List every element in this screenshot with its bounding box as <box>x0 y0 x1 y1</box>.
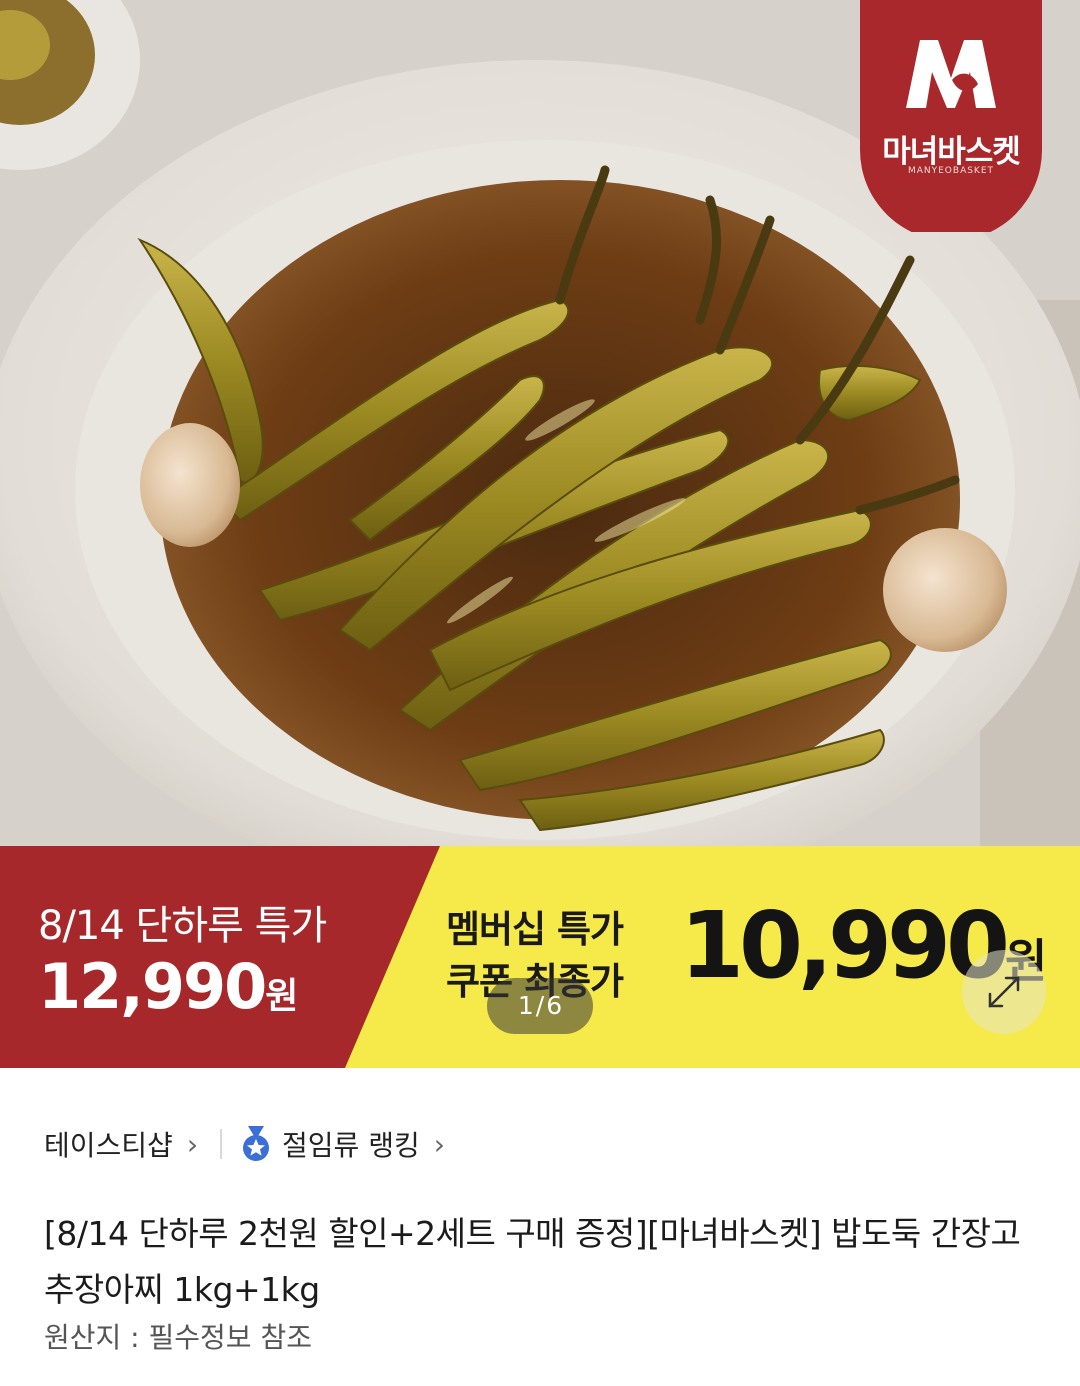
deal-price-value: 12,990 <box>38 950 267 1023</box>
chevron-right-icon: › <box>186 1127 199 1161</box>
deal-title: 8/14 단하루 특가 <box>38 903 327 949</box>
member-price-value: 10,990 <box>680 892 1010 999</box>
expand-icon <box>988 976 1020 1008</box>
ranking-label: 절임류 랭킹 <box>282 1129 420 1162</box>
product-origin: 원산지 : 필수정보 참조 <box>44 1321 312 1354</box>
expand-image-button[interactable] <box>962 950 1046 1034</box>
ranking-link[interactable]: 절임류 랭킹 › <box>240 1124 445 1164</box>
product-image[interactable]: 마녀바스켓 MANYEOBASKET <box>0 0 1080 846</box>
breadcrumb-divider <box>220 1129 223 1159</box>
product-title: [8/14 단하루 2천원 할인+2세트 구매 증정][마녀바스켓] 밥도둑 간… <box>44 1214 1021 1309</box>
image-counter-current: 1 <box>517 991 534 1020</box>
medal-icon <box>243 1126 270 1161</box>
member-label-line1: 멤버십 특가 <box>446 908 624 951</box>
brand-name: 마녀바스켓 <box>882 134 1021 170</box>
image-counter-total: 6 <box>546 991 563 1020</box>
image-counter-separator: / <box>535 991 545 1020</box>
deal-price: 12,990원 <box>38 950 298 1023</box>
brand-subtitle: MANYEOBASKET <box>907 166 995 176</box>
store-breadcrumb: 테이스티샵 › 절임류 랭킹 › <box>44 1122 445 1166</box>
store-link[interactable]: 테이스티샵 › <box>44 1124 198 1164</box>
brand-badge <box>860 0 1042 232</box>
image-counter: 1/6 <box>487 978 593 1034</box>
deal-price-currency: 원 <box>265 976 299 1017</box>
chevron-right-icon: › <box>433 1127 445 1161</box>
store-name: 테이스티샵 <box>44 1129 173 1162</box>
